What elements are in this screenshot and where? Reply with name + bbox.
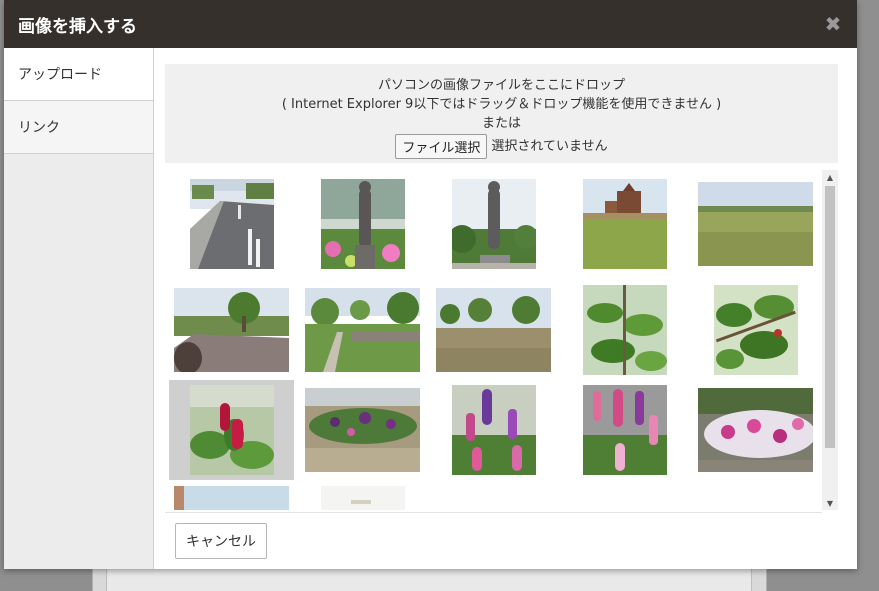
thumbnail-park-path[interactable] — [169, 280, 294, 380]
thumbnail-statue-flowers[interactable] — [300, 174, 425, 274]
petunia-bed-image — [698, 388, 813, 472]
image-gallery — [165, 170, 822, 510]
dialog-titlebar: 画像を挿入する ✖ — [4, 0, 857, 48]
or-text: または — [481, 116, 521, 131]
file-select-row: ファイル選択 選択されていません — [395, 134, 608, 159]
drop-instruction: パソコンの画像ファイルをここにドロップ — [377, 78, 625, 93]
drop-zone[interactable]: パソコンの画像ファイルをここにドロップ ( Internet Explorer … — [165, 64, 838, 163]
green-leaves-image — [582, 285, 667, 375]
scroll-down-icon[interactable]: ▼ — [822, 496, 838, 510]
thumbnail-green-leaves[interactable] — [562, 280, 687, 380]
park-path-image — [174, 288, 289, 372]
scroll-thumb[interactable] — [825, 186, 835, 448]
tab-link[interactable]: リンク — [4, 101, 153, 154]
flower-bed-purple-image — [305, 388, 420, 472]
ie-notice: ( Internet Explorer 9以下ではドラッグ＆ドロップ機能を使用で… — [281, 97, 722, 112]
cherry-branch-image — [713, 285, 798, 375]
thumbnail-partial-sky[interactable] — [169, 486, 294, 510]
sidebar: アップロード リンク — [4, 48, 154, 569]
park-playground-image — [582, 179, 667, 269]
dialog-title: 画像を挿入する — [18, 16, 137, 37]
thumbnail-flower-bed-purple[interactable] — [300, 380, 425, 480]
thumbnail-lawn-field[interactable] — [693, 174, 818, 274]
file-status: 選択されていません — [491, 139, 608, 154]
tab-link-label: リンク — [18, 120, 60, 136]
footer-divider — [165, 512, 822, 513]
thumbnail-cherry-branch[interactable] — [693, 280, 818, 380]
close-icon[interactable]: ✖ — [823, 12, 843, 36]
tab-upload-label: アップロード — [18, 67, 102, 83]
park-trees-image — [436, 288, 551, 372]
background-panel — [106, 568, 752, 591]
partial-white-image — [320, 486, 405, 510]
statue-garden-image — [451, 179, 536, 269]
thumbnail-lupines-purple[interactable] — [431, 380, 556, 480]
scroll-up-icon[interactable]: ▲ — [822, 170, 838, 184]
partial-sky-image — [174, 486, 289, 510]
thumbnail-partial-white[interactable] — [300, 486, 425, 510]
lupines-purple-image — [451, 385, 536, 475]
thumbnail-park-playground[interactable] — [562, 174, 687, 274]
statue-flowers-image — [320, 179, 405, 269]
red-flowers-image — [189, 385, 274, 475]
thumbnail-lupines-pink[interactable] — [562, 380, 687, 480]
thumbnail-park-walkway[interactable] — [300, 280, 425, 380]
gallery-scrollbar[interactable]: ▲ ▼ — [822, 170, 838, 510]
road-image — [189, 179, 274, 269]
cancel-button[interactable]: キャンセル — [175, 523, 267, 559]
tab-upload[interactable]: アップロード — [4, 48, 153, 101]
park-walkway-image — [305, 288, 420, 372]
thumbnail-red-flowers[interactable] — [169, 380, 294, 480]
file-select-button[interactable]: ファイル選択 — [395, 134, 488, 159]
thumbnail-park-trees[interactable] — [431, 280, 556, 380]
thumbnail-statue-garden[interactable] — [431, 174, 556, 274]
lupines-pink-image — [582, 385, 667, 475]
lawn-field-image — [698, 182, 813, 266]
thumbnail-road[interactable] — [169, 174, 294, 274]
thumbnail-petunia-bed[interactable] — [693, 380, 818, 480]
